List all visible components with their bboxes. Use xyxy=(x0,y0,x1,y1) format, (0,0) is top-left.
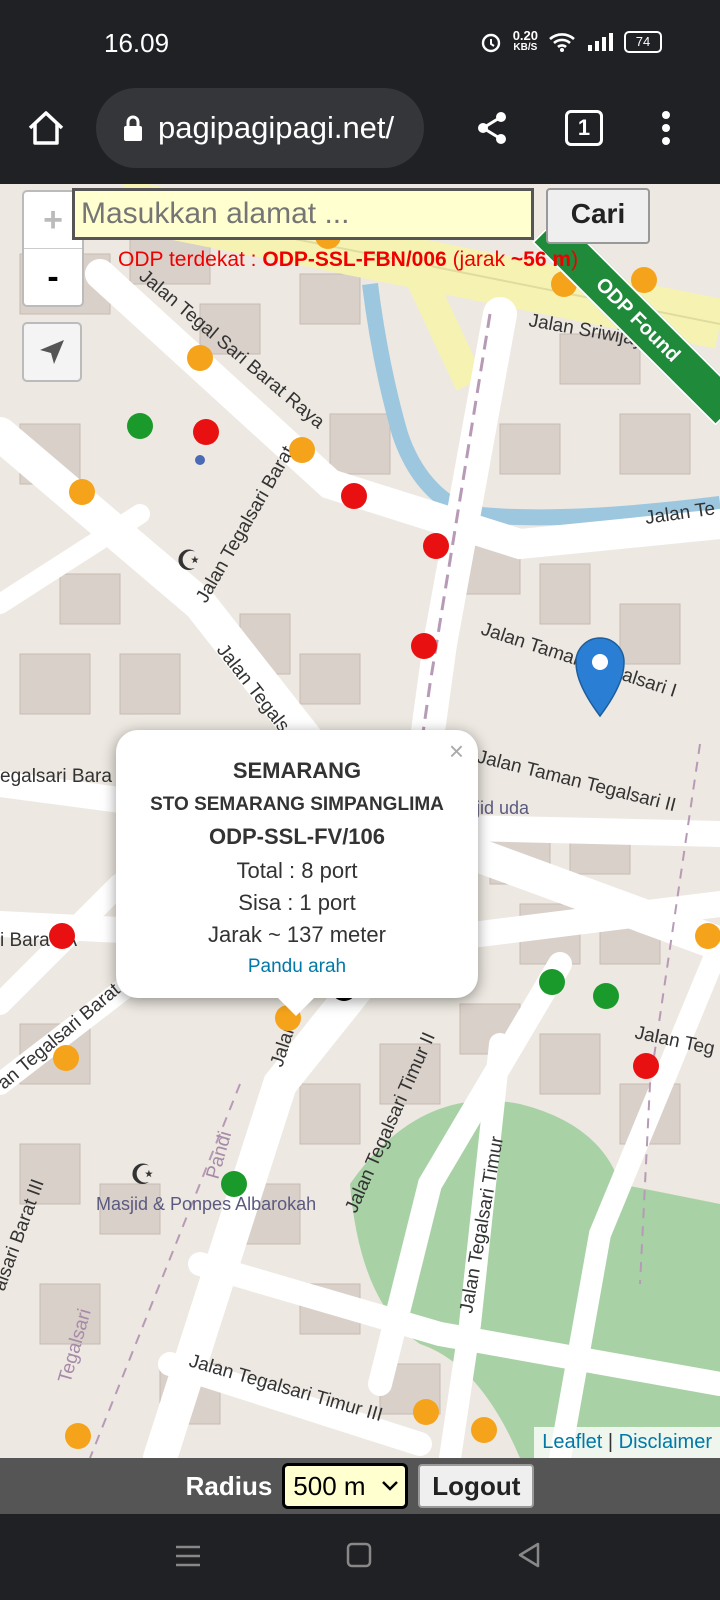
map-attribution: Leaflet | Disclaimer xyxy=(534,1427,720,1458)
logout-button[interactable]: Logout xyxy=(418,1464,535,1508)
mosque-icon: ☪ xyxy=(176,545,201,576)
odp-marker-red[interactable] xyxy=(411,633,437,659)
status-icons: 0.20 KB/S 74 xyxy=(479,28,662,54)
alarm-icon xyxy=(481,33,500,53)
tab-switcher-button[interactable]: 1 xyxy=(558,102,610,154)
leaflet-link[interactable]: Leaflet xyxy=(542,1431,602,1453)
signal-icon xyxy=(588,33,613,51)
home-icon[interactable] xyxy=(20,102,72,154)
popup-region: SEMARANG xyxy=(232,758,362,783)
odp-marker-orange[interactable] xyxy=(695,923,720,949)
odp-marker-red[interactable] xyxy=(423,533,449,559)
odp-marker-green[interactable] xyxy=(221,1171,247,1197)
poi-label: jid uda xyxy=(475,798,530,818)
odp-marker-red[interactable] xyxy=(341,483,367,509)
network-speed: 0.20 KB/S xyxy=(512,28,538,53)
url-text: pagipagipagi.net/ xyxy=(158,110,395,145)
street-label: egalsari Bara xyxy=(0,766,112,787)
navigation-arrow-icon xyxy=(40,340,64,364)
back-icon[interactable] xyxy=(516,1542,542,1568)
bottom-controls: Radius 500 m Logout xyxy=(0,1458,720,1514)
odp-marker-orange[interactable] xyxy=(187,345,213,371)
popup-remaining-ports: Sisa : 1 port xyxy=(238,890,356,915)
odp-marker-red[interactable] xyxy=(193,419,219,445)
radius-label: Radius xyxy=(185,1470,273,1501)
lock-icon xyxy=(124,115,142,141)
odp-marker-red[interactable] xyxy=(49,923,75,949)
browser-toolbar: pagipagipagi.net/ 1 xyxy=(0,88,720,184)
map-view[interactable]: Jalan Sriwijaya Jalan Tegal Sari Barat R… xyxy=(0,184,720,1458)
popup-close-button[interactable]: × xyxy=(449,736,464,767)
chevron-down-icon xyxy=(382,1481,399,1491)
more-menu-icon[interactable] xyxy=(640,102,692,154)
popup-distance: Jarak ~ 137 meter xyxy=(208,922,386,947)
status-time: 16.09 xyxy=(104,28,170,58)
search-button[interactable]: Cari xyxy=(546,188,650,244)
odp-marker-green[interactable] xyxy=(127,413,153,439)
radius-select[interactable]: 500 m xyxy=(282,1463,409,1509)
odp-marker-orange[interactable] xyxy=(471,1417,497,1443)
nearest-odp-name: ODP-SSL-FBN/006 xyxy=(262,248,447,271)
popup-odp-name: ODP-SSL-FV/106 xyxy=(208,824,386,849)
street-label: alsari Barat III xyxy=(0,1176,49,1293)
odp-marker-green[interactable] xyxy=(593,983,619,1009)
odp-info-popup: × SEMARANG STO SEMARANG SIMPANGLIMA ODP-… xyxy=(116,730,478,1016)
nearest-odp-text: ODP terdekat : ODP-SSL-FBN/006 (jarak ~5… xyxy=(118,248,579,271)
zoom-out-button[interactable]: - xyxy=(24,249,82,305)
odp-marker-orange[interactable] xyxy=(69,479,95,505)
odp-marker-green[interactable] xyxy=(539,969,565,995)
odp-marker-orange[interactable] xyxy=(289,437,315,463)
locate-button[interactable] xyxy=(22,322,82,382)
system-nav-bar xyxy=(0,1514,720,1600)
poi-label: Masjid & Ponpes Albarokah xyxy=(96,1194,316,1214)
odp-marker-red[interactable] xyxy=(633,1053,659,1079)
battery-icon: 74 xyxy=(624,31,662,53)
wifi-icon xyxy=(549,33,575,52)
tab-count: 1 xyxy=(565,110,603,146)
address-search-input[interactable] xyxy=(72,188,534,240)
directions-link[interactable]: Pandu arah xyxy=(116,956,478,978)
popup-tip xyxy=(276,996,316,1016)
share-icon[interactable] xyxy=(466,102,518,154)
home-square-icon[interactable] xyxy=(346,1542,372,1568)
mosque-icon: ☪ xyxy=(130,1159,155,1190)
status-bar: 16.09 0.20 KB/S 74 xyxy=(0,0,720,88)
disclaimer-link[interactable]: Disclaimer xyxy=(619,1431,712,1453)
nearest-odp-distance: ~56 m xyxy=(510,248,572,271)
popup-sto: STO SEMARANG SIMPANGLIMA xyxy=(150,794,444,815)
address-bar[interactable]: pagipagipagi.net/ xyxy=(96,88,424,168)
odp-marker-orange[interactable] xyxy=(65,1423,91,1449)
popup-total-ports: Total : 8 port xyxy=(236,858,358,883)
user-location-dot xyxy=(195,455,205,465)
odp-marker-orange[interactable] xyxy=(413,1399,439,1425)
odp-marker-orange[interactable] xyxy=(53,1045,79,1071)
location-pin-icon[interactable] xyxy=(575,637,625,718)
street-label: Jalan Tegalsari Barat xyxy=(192,442,299,606)
menu-icon[interactable] xyxy=(174,1544,202,1568)
